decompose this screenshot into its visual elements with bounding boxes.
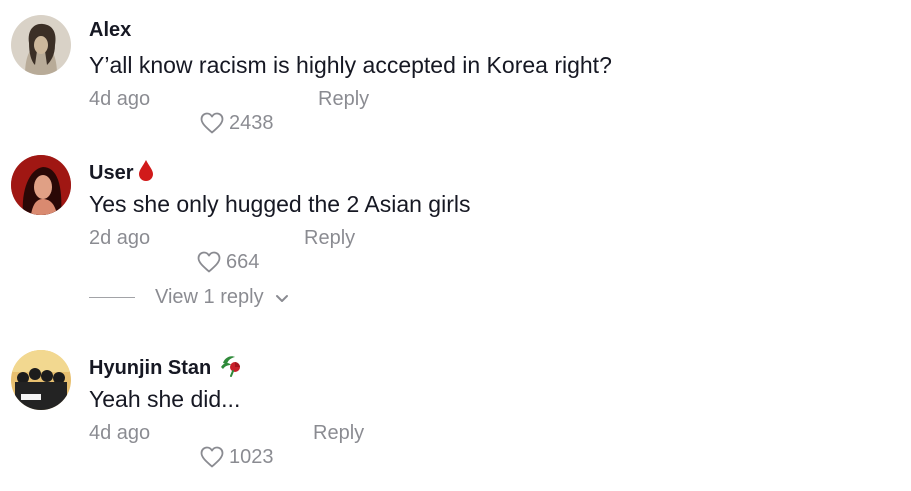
like-button[interactable]: 664 (196, 250, 259, 274)
comment-text: Yeah she did... (89, 386, 241, 412)
reply-button[interactable]: Reply (304, 227, 355, 250)
like-count: 2438 (229, 111, 274, 134)
avatar[interactable] (11, 155, 71, 215)
comment-text: Yes she only hugged the 2 Asian girls (89, 191, 471, 217)
username-text: User (89, 161, 134, 184)
like-button[interactable]: 1023 (199, 445, 274, 469)
comment-time: 4d ago (89, 422, 151, 444)
avatar-image (11, 155, 71, 215)
comment-time: 2d ago (89, 227, 151, 249)
heart-icon (197, 251, 221, 273)
comment-time: 4d ago (89, 88, 151, 110)
rose-icon (219, 353, 243, 383)
comment-meta: 2d ago 664 Reply (89, 227, 355, 273)
reply-button[interactable]: Reply (313, 422, 364, 445)
comment-meta: 4d ago 1023 Reply (89, 422, 364, 468)
avatar-image (11, 15, 71, 75)
username[interactable]: User (89, 158, 155, 188)
like-count: 1023 (229, 445, 274, 468)
chevron-down-icon (275, 294, 288, 302)
heart-icon (200, 112, 224, 134)
username[interactable]: Hyunjin Stan (89, 353, 243, 383)
blood-drop-icon (137, 158, 155, 188)
like-count: 664 (226, 250, 260, 273)
avatar[interactable] (11, 350, 71, 410)
username-text: Hyunjin Stan (89, 356, 212, 379)
comment-meta: 4d ago 2438 Reply (89, 88, 369, 134)
view-replies-label: View 1 reply (155, 286, 264, 308)
reply-button[interactable]: Reply (318, 88, 369, 111)
like-button[interactable]: 2438 (199, 111, 274, 135)
divider-line (89, 297, 135, 298)
heart-icon (200, 446, 224, 468)
view-replies-button[interactable]: View 1 reply (89, 286, 290, 309)
comment-text: Y’all know racism is highly accepted in … (89, 52, 612, 78)
avatar-image (11, 350, 71, 410)
avatar[interactable] (11, 15, 71, 75)
username[interactable]: Alex (89, 19, 131, 42)
